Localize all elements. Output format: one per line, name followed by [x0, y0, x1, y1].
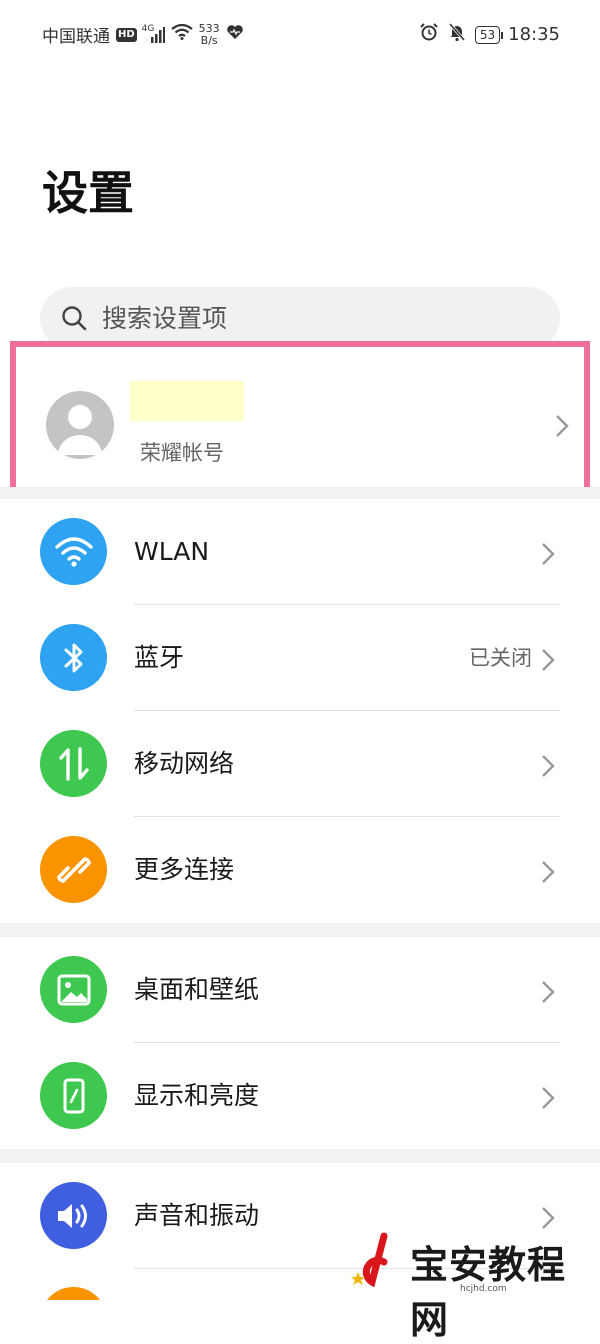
page-title: 设置 [42, 166, 134, 220]
next-item-partial [40, 1287, 107, 1300]
chevron-right-icon [542, 981, 555, 1003]
site-watermark: 宝安教程网 hcjhd.com [350, 1232, 590, 1342]
mute-bell-icon [447, 22, 467, 47]
search-input[interactable] [100, 302, 504, 334]
item-label: 移动网络 [134, 749, 235, 778]
item-label: WLAN [134, 537, 210, 566]
heart-health-icon [226, 24, 244, 45]
settings-item-mobile-network[interactable]: 移动网络 [0, 711, 600, 817]
network-type: 4G [141, 23, 155, 34]
chevron-right-icon [542, 755, 555, 777]
account-card[interactable]: 荣耀帐号 [10, 341, 590, 493]
search-icon [62, 306, 87, 331]
settings-item-wlan[interactable]: WLAN [0, 499, 600, 605]
account-label: 荣耀帐号 [140, 441, 224, 465]
watermark-sub: hcjhd.com [460, 1284, 507, 1294]
settings-item-more-connections[interactable]: 更多连接 [0, 817, 600, 923]
avatar [46, 391, 114, 459]
display-icon [40, 1062, 107, 1129]
wifi-icon [40, 518, 107, 585]
item-label: 桌面和壁纸 [134, 975, 260, 1004]
chevron-right-icon [542, 543, 555, 565]
clock: 18:35 [508, 24, 560, 45]
bluetooth-icon [40, 624, 107, 691]
mobile-data-icon [40, 730, 107, 797]
settings-item-home-wallpaper[interactable]: 桌面和壁纸 [0, 937, 600, 1043]
section-gap [0, 1149, 600, 1163]
sound-icon [40, 1182, 107, 1249]
chevron-right-icon [556, 415, 569, 437]
status-bar: 中国联通 HD 4G 533 B/s 53 18:35 [0, 0, 600, 70]
bluetooth-status: 已关闭 [469, 646, 532, 670]
signal-icon: 4G [141, 23, 165, 43]
settings-item-display-brightness[interactable]: 显示和亮度 [0, 1043, 600, 1149]
watermark-logo-icon [351, 1232, 388, 1288]
item-label: 声音和振动 [134, 1201, 260, 1230]
item-label: 更多连接 [134, 855, 235, 884]
alarm-icon [419, 22, 439, 47]
item-label: 显示和亮度 [134, 1081, 260, 1110]
chevron-right-icon [542, 1207, 555, 1229]
battery-indicator: 53 [474, 25, 504, 44]
item-label: 蓝牙 [134, 643, 185, 672]
speed-unit: B/s [200, 33, 218, 47]
wallpaper-icon [40, 956, 107, 1023]
section-gap [0, 923, 600, 937]
chevron-right-icon [542, 649, 555, 671]
chevron-right-icon [542, 1087, 555, 1109]
search-bar[interactable] [40, 287, 560, 349]
account-name-redacted [130, 381, 244, 421]
partial-icon [40, 1287, 107, 1300]
section-gap [0, 487, 600, 499]
wifi-status-icon [170, 23, 193, 45]
link-icon [40, 836, 107, 903]
chevron-right-icon [542, 861, 555, 883]
network-speed: 533 B/s [199, 22, 220, 47]
carrier-name: 中国联通 [42, 27, 110, 47]
settings-item-bluetooth[interactable]: 蓝牙 已关闭 [0, 605, 600, 711]
hd-badge: HD [116, 27, 137, 42]
